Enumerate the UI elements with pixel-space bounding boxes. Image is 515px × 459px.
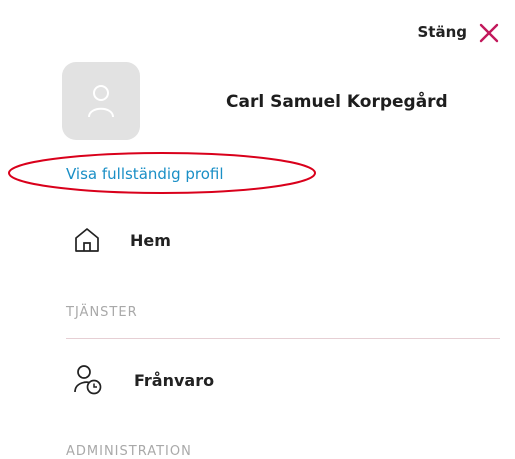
close-label[interactable]: Stäng: [417, 23, 467, 41]
nav-item-home[interactable]: Hem: [74, 227, 171, 253]
nav-item-absence-label: Frånvaro: [134, 370, 215, 390]
close-area: Stäng: [355, 16, 515, 46]
user-clock-icon: [74, 365, 102, 395]
nav-item-absence[interactable]: Frånvaro: [74, 365, 214, 395]
annotation-ellipse: [8, 152, 316, 194]
home-icon: [75, 228, 99, 252]
nav-item-home-label: Hem: [130, 230, 171, 250]
section-title-administration: ADMINISTRATION: [66, 444, 192, 459]
close-icon[interactable]: [478, 22, 500, 44]
section-title-services: TJÄNSTER: [66, 305, 138, 320]
user-name: Carl Samuel Korpegård: [226, 92, 448, 112]
section-divider: [66, 338, 500, 339]
user-icon: [88, 85, 114, 118]
avatar: [62, 62, 140, 140]
